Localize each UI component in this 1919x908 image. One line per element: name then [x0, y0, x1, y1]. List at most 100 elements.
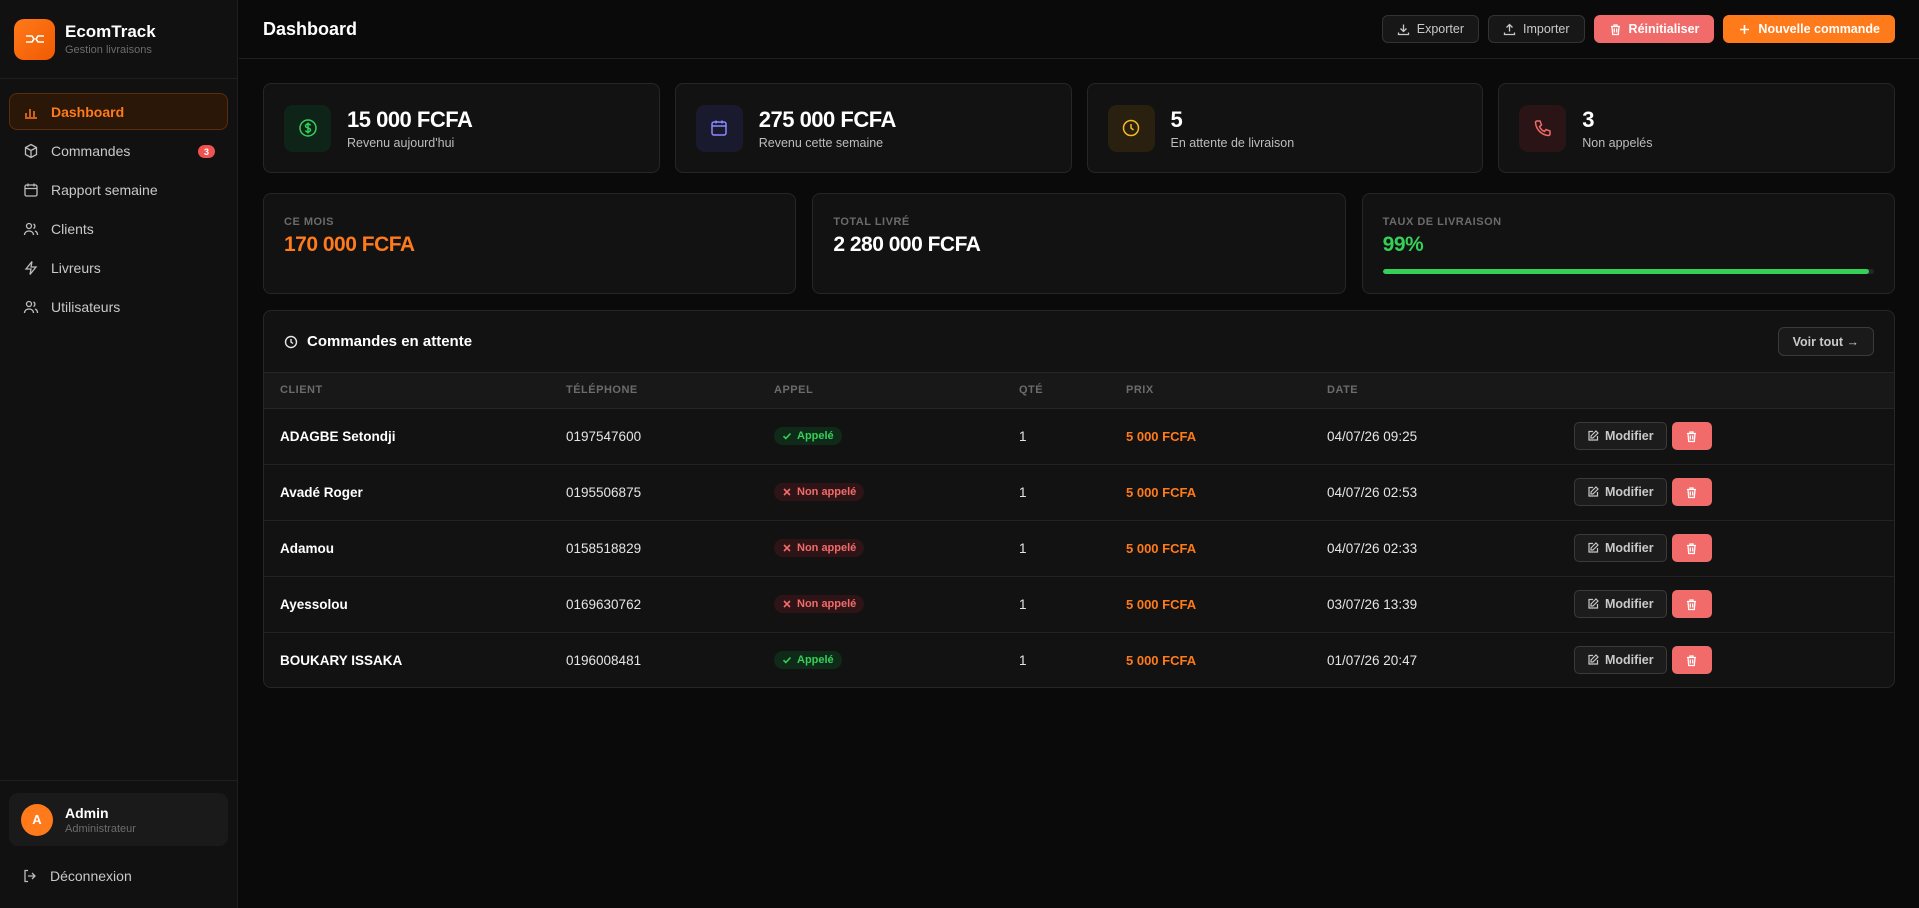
cell-qty: 1 [1019, 540, 1027, 556]
edit-label: Modifier [1605, 541, 1654, 555]
edit-button[interactable]: Modifier [1574, 478, 1667, 506]
edit-icon [1587, 654, 1599, 666]
brand-subtitle: Gestion livraisons [65, 44, 152, 56]
call-status-text: Non appelé [797, 542, 857, 554]
edit-button[interactable]: Modifier [1574, 534, 1667, 562]
call-status-text: Non appelé [797, 598, 857, 610]
sidebar-item-rapport-semaine[interactable]: Rapport semaine [9, 171, 228, 208]
new-order-button[interactable]: Nouvelle commande [1723, 15, 1895, 43]
user-role: Administrateur [65, 822, 136, 835]
table-row[interactable]: Ayessolou 0169630762 Non appelé 1 5 000 FCFA… [264, 576, 1894, 632]
check-icon [782, 431, 792, 441]
cell-qty: 1 [1019, 596, 1027, 612]
delete-button[interactable] [1671, 422, 1712, 450]
table-row[interactable]: BOUKARY ISSAKA 0196008481 Appelé 1 5 000 FCF… [264, 632, 1894, 687]
delete-button[interactable] [1671, 646, 1712, 675]
table-header-row: CLIENT TÉLÉPHONE APPEL QTÉ PRIX DATE [264, 373, 1894, 409]
cell-price: 5 000 FCFA [1126, 596, 1197, 612]
sidebar-item-utilisateurs[interactable]: Utilisateurs [9, 288, 228, 325]
trash-icon [1609, 23, 1622, 36]
cell-date: 04/07/26 02:53 [1327, 484, 1418, 500]
edit-button[interactable]: Modifier [1574, 646, 1667, 675]
user-name: Admin [65, 804, 109, 821]
stat-label: Revenu aujourd'hui [347, 135, 455, 150]
summary-card-delivery-rate: TAUX DE LIVRAISON 99% [1361, 193, 1895, 294]
stat-label: Non appelés [1582, 135, 1653, 150]
stat-value: 3 [1582, 106, 1594, 132]
stat-label: En attente de livraison [1170, 135, 1295, 150]
trash-icon [1685, 654, 1698, 667]
x-icon [782, 599, 792, 609]
table-row[interactable]: ADAGBE Setondji 0197547600 Appelé 1 5 000 FC… [264, 408, 1894, 464]
plus-icon [1738, 23, 1751, 36]
call-status-badge: Non appelé [774, 483, 865, 501]
brand-title: EcomTrack [65, 22, 156, 41]
sidebar-item-commandes[interactable]: Commandes 3 [9, 132, 228, 169]
panel-title-text: Commandes en attente [307, 333, 473, 350]
logout-button[interactable]: Déconnexion [9, 856, 228, 896]
delete-button[interactable] [1671, 478, 1712, 506]
sidebar-item-livreurs[interactable]: Livreurs [9, 249, 228, 286]
stat-label: Revenu cette semaine [758, 135, 884, 150]
sidebar-nav: Dashboard Commandes 3 Rapport semaine Cl… [0, 79, 237, 341]
cell-price: 5 000 FCFA [1126, 540, 1197, 556]
edit-label: Modifier [1605, 429, 1654, 443]
edit-icon [1587, 430, 1599, 442]
summary-value: 99% [1382, 233, 1424, 256]
table-row[interactable]: Avadé Roger 0195506875 Non appelé 1 5 000 FC… [264, 464, 1894, 520]
calendar-icon [695, 104, 743, 152]
orders-table: CLIENT TÉLÉPHONE APPEL QTÉ PRIX DATE ADA… [264, 373, 1894, 687]
delete-button[interactable] [1671, 590, 1712, 618]
column-header-actions [1558, 373, 1894, 409]
sidebar-item-label: Utilisateurs [51, 298, 121, 315]
cell-client: BOUKARY ISSAKA [280, 652, 403, 668]
cell-phone: 0196008481 [566, 652, 642, 668]
user-card[interactable]: A Admin Administrateur [9, 793, 228, 846]
logout-label: Déconnexion [50, 868, 132, 884]
summary-card-delivered: TOTAL LIVRÉ 2 280 000 FCFA [812, 193, 1346, 294]
import-button[interactable]: Importer [1488, 15, 1585, 43]
cell-date: 03/07/26 13:39 [1327, 596, 1418, 612]
check-icon [782, 655, 792, 665]
delete-button[interactable] [1671, 534, 1712, 562]
users-icon [23, 299, 39, 315]
package-icon [23, 143, 39, 159]
edit-label: Modifier [1605, 485, 1654, 499]
reset-button[interactable]: Réinitialiser [1593, 15, 1715, 43]
orders-count-badge: 3 [198, 145, 215, 158]
dollar-icon [284, 104, 331, 152]
cell-phone: 0195506875 [566, 484, 642, 500]
cell-phone: 0197547600 [566, 428, 642, 444]
cell-date: 04/07/26 09:25 [1327, 428, 1418, 444]
bar-chart-icon [23, 104, 39, 120]
cell-qty: 1 [1019, 484, 1027, 500]
cell-date: 01/07/26 20:47 [1327, 652, 1418, 668]
stat-card-not-called: 3 Non appelés [1498, 83, 1895, 173]
summary-label: TAUX DE LIVRAISON [1382, 216, 1502, 228]
export-button[interactable]: Exporter [1381, 15, 1479, 43]
sidebar-item-dashboard[interactable]: Dashboard [9, 93, 228, 130]
cell-call: Appelé [758, 408, 1003, 464]
summary-cards: CE MOIS 170 000 FCFA TOTAL LIVRÉ 2 280 0… [263, 193, 1895, 294]
edit-icon [1587, 598, 1599, 610]
cell-client: Ayessolou [280, 596, 348, 612]
table-row[interactable]: Adamou 0158518829 Non appelé 1 5 000 FCFA 04/… [264, 520, 1894, 576]
brand[interactable]: EcomTrack Gestion livraisons [0, 0, 237, 79]
see-all-button[interactable]: Voir tout → [1777, 327, 1874, 356]
edit-label: Modifier [1605, 653, 1654, 668]
sidebar-item-label: Clients [51, 220, 94, 237]
call-status-badge: Non appelé [774, 539, 865, 557]
sidebar-footer: A Admin Administrateur Déconnexion [0, 780, 237, 908]
call-status-text: Appelé [797, 430, 834, 442]
cell-phone: 0158518829 [566, 540, 642, 556]
calendar-icon [23, 182, 39, 198]
sidebar-item-clients[interactable]: Clients [9, 210, 228, 247]
stat-value: 5 [1170, 106, 1183, 132]
sidebar-item-label: Dashboard [51, 103, 125, 120]
cell-call: Non appelé [758, 464, 1003, 520]
edit-button[interactable]: Modifier [1574, 590, 1667, 618]
edit-button[interactable]: Modifier [1574, 422, 1667, 450]
stat-cards: 15 000 FCFA Revenu aujourd'hui 275 000 F… [263, 83, 1895, 173]
cell-price: 5 000 FCFA [1126, 652, 1197, 668]
cell-phone: 0169630762 [566, 596, 642, 612]
